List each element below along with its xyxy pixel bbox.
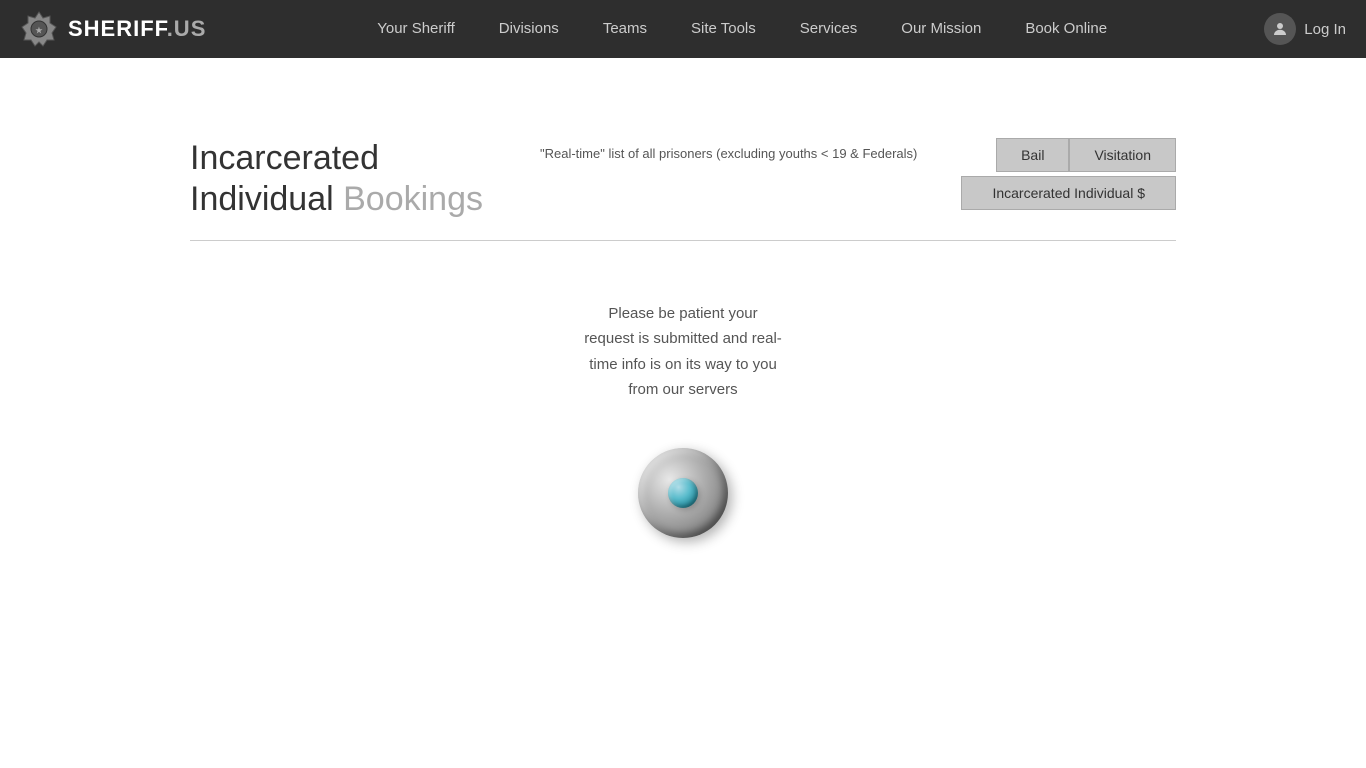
- page-title-area: Incarcerated Individual Bookings: [190, 138, 510, 220]
- navbar: ★ SHERIFF.US Your Sheriff Divisions Team…: [0, 0, 1366, 58]
- page-title-line1: Incarcerated: [190, 139, 379, 177]
- nav-teams[interactable]: Teams: [581, 0, 669, 58]
- nav-our-mission[interactable]: Our Mission: [879, 0, 1003, 58]
- content-area: Incarcerated Individual Bookings "Real-t…: [0, 138, 1366, 220]
- bail-button[interactable]: Bail: [996, 138, 1069, 172]
- page-title-individual: Individual: [190, 180, 334, 218]
- svg-text:★: ★: [35, 26, 43, 35]
- nav-services[interactable]: Services: [778, 0, 880, 58]
- sheriff-badge-icon: ★: [20, 10, 58, 48]
- nav-links: Your Sheriff Divisions Teams Site Tools …: [220, 0, 1264, 58]
- nav-divisions[interactable]: Divisions: [477, 0, 581, 58]
- user-icon: [1264, 13, 1296, 45]
- page-title: Incarcerated Individual Bookings: [190, 138, 510, 220]
- content-divider: [190, 240, 1176, 241]
- logo-text: SHERIFF.US: [68, 16, 206, 42]
- subtitle-text: "Real-time" list of all prisoners (exclu…: [540, 146, 917, 161]
- visitation-button[interactable]: Visitation: [1069, 138, 1176, 172]
- login-label: Log In: [1304, 21, 1346, 38]
- logo-area[interactable]: ★ SHERIFF.US: [20, 10, 220, 48]
- nav-book-online[interactable]: Book Online: [1003, 0, 1129, 58]
- spinner-outer-ring: [638, 448, 728, 538]
- page-title-bookings: Bookings: [343, 180, 483, 218]
- action-buttons: Bail Visitation Incarcerated Individual …: [961, 138, 1176, 210]
- spinner-inner-ball: [668, 478, 698, 508]
- login-area[interactable]: Log In: [1264, 13, 1346, 45]
- loading-text: Please be patient your request is submit…: [583, 301, 783, 403]
- loading-section: Please be patient your request is submit…: [0, 261, 1366, 583]
- header-spacer: [0, 58, 1366, 138]
- incarcerated-individual-button[interactable]: Incarcerated Individual $: [961, 176, 1176, 210]
- loading-spinner: [633, 443, 733, 543]
- bail-visitation-row: Bail Visitation: [996, 138, 1176, 172]
- subtitle-area: "Real-time" list of all prisoners (exclu…: [540, 138, 931, 161]
- nav-site-tools[interactable]: Site Tools: [669, 0, 778, 58]
- nav-your-sheriff[interactable]: Your Sheriff: [355, 0, 477, 58]
